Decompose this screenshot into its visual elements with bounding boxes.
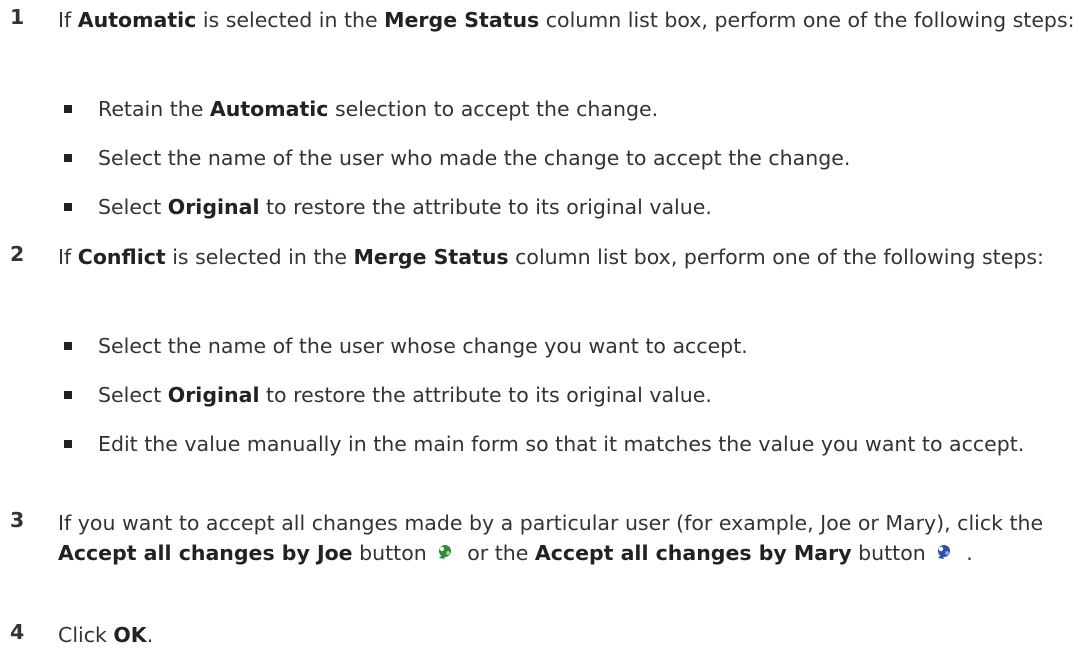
- bullet-icon: [64, 391, 72, 399]
- bullet-icon: [64, 342, 72, 350]
- step-number: 2: [10, 242, 25, 266]
- list-item: Select the name of the user whose change…: [64, 331, 1083, 361]
- list-item: Select the name of the user who made the…: [64, 143, 1083, 173]
- step-number: 1: [10, 5, 25, 29]
- document-page: { "steps": [ { "num": "1", "intro": {"t1…: [0, 0, 1090, 667]
- list-item: Edit the value manually in the main form…: [64, 429, 1083, 459]
- step-text: If you want to accept all changes made b…: [58, 508, 1083, 570]
- accept-mary-icon[interactable]: [934, 540, 954, 570]
- step-text: Click OK.: [58, 623, 154, 647]
- step-intro: If Automatic is selected in the Merge St…: [58, 8, 1075, 32]
- list-item: Select Original to restore the attribute…: [64, 380, 1083, 410]
- bullet-icon: [64, 203, 72, 211]
- step-number: 4: [10, 620, 25, 644]
- step-intro: If Conflict is selected in the Merge Sta…: [58, 245, 1044, 269]
- list-item: Retain the Automatic selection to accept…: [64, 94, 1083, 124]
- step-number: 3: [10, 508, 25, 532]
- bullet-icon: [64, 154, 72, 162]
- list-item: Select Original to restore the attribute…: [64, 192, 1083, 222]
- bullet-icon: [64, 440, 72, 448]
- accept-joe-icon[interactable]: [435, 540, 455, 570]
- bullet-icon: [64, 105, 72, 113]
